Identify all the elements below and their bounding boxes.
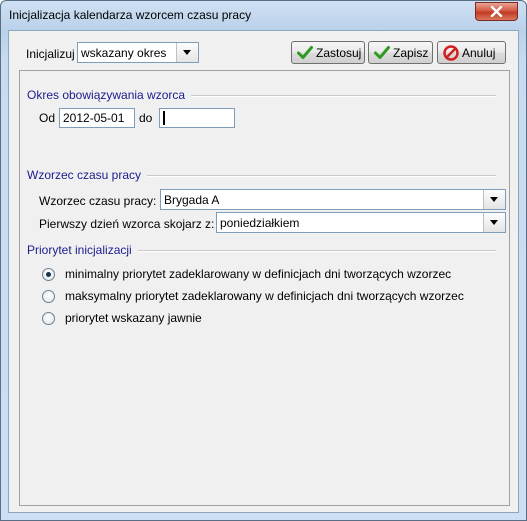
to-label: do — [139, 111, 153, 125]
period-group-title: Okres obowiązywania wzorca — [27, 88, 190, 102]
radio-button[interactable] — [42, 290, 55, 303]
radio-selected-dot — [46, 272, 51, 277]
no-entry-icon — [443, 45, 459, 61]
init-label: Inicjalizuj — [26, 47, 75, 61]
window-title: Inicjalizacja kalendarza wzorcem czasu p… — [9, 8, 252, 22]
first-day-select-value: poniedziałkiem — [220, 216, 300, 230]
period-group-line — [191, 95, 496, 97]
dialog-client: Inicjalizuj wskazany okres Zastosuj Zapi… — [8, 30, 519, 513]
pattern-select-arrow[interactable] — [483, 190, 505, 209]
pattern-group-line — [147, 175, 496, 177]
close-icon — [490, 6, 503, 17]
radio-button[interactable] — [42, 268, 55, 281]
priority-group-line — [138, 250, 496, 252]
dialog-window: Inicjalizacja kalendarza wzorcem czasu p… — [0, 0, 527, 521]
from-label: Od — [39, 111, 56, 125]
first-day-label: Pierwszy dzień wzorca skojarz z: — [39, 217, 215, 231]
check-icon — [374, 46, 390, 59]
pattern-select-value: Brygada A — [164, 193, 220, 207]
apply-button[interactable]: Zastosuj — [291, 41, 365, 64]
chevron-down-icon — [490, 197, 498, 202]
init-select[interactable]: wskazany okres — [77, 42, 199, 63]
init-select-arrow[interactable] — [176, 43, 198, 62]
priority-option-label: maksymalny priorytet zadeklarowany w def… — [65, 289, 464, 303]
text-caret — [163, 111, 165, 125]
apply-button-label: Zastosuj — [316, 46, 362, 60]
pattern-group-title: Wzorzec czasu pracy — [27, 168, 146, 182]
save-button[interactable]: Zapisz — [368, 41, 433, 64]
priority-option-label: minimalny priorytet zadeklarowany w defi… — [65, 267, 452, 281]
cancel-button[interactable]: Anuluj — [437, 41, 506, 64]
chevron-down-icon — [490, 220, 498, 225]
from-date-input[interactable]: 2012-05-01 — [59, 108, 135, 128]
priority-group-title: Priorytet inicjalizacji — [27, 243, 136, 257]
check-icon — [297, 46, 313, 59]
pattern-label: Wzorzec czasu pracy: — [39, 194, 157, 208]
from-date-value: 2012-05-01 — [63, 111, 125, 125]
chevron-down-icon — [183, 50, 191, 55]
first-day-select[interactable]: poniedziałkiem — [216, 212, 506, 233]
to-date-input[interactable] — [159, 108, 235, 128]
radio-button[interactable] — [42, 312, 55, 325]
cancel-button-label: Anuluj — [462, 46, 496, 60]
init-select-value: wskazany okres — [81, 46, 167, 60]
close-button[interactable] — [475, 2, 518, 21]
settings-panel: Okres obowiązywania wzorca Od 2012-05-01… — [19, 70, 510, 506]
pattern-select[interactable]: Brygada A — [160, 189, 506, 210]
first-day-select-arrow[interactable] — [483, 213, 505, 232]
title-bar[interactable]: Inicjalizacja kalendarza wzorcem czasu p… — [1, 1, 526, 29]
priority-option-label: priorytet wskazany jawnie — [65, 311, 202, 325]
save-button-label: Zapisz — [393, 46, 429, 60]
